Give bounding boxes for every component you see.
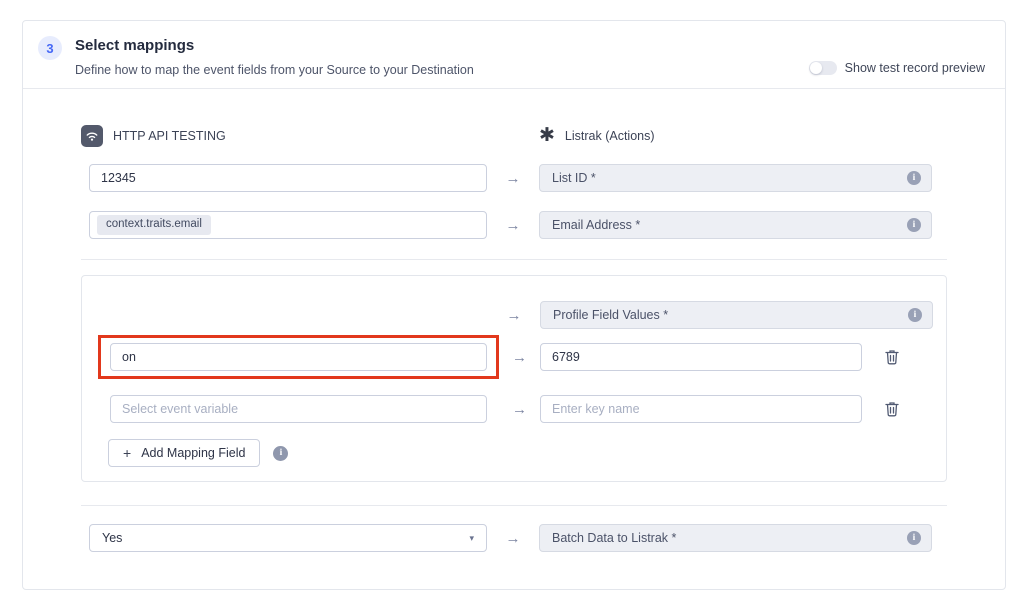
mapping-row-batch: Yes ▾ → Batch Data to Listrak * i [81,524,947,552]
add-mapping-field-button[interactable]: + Add Mapping Field [108,439,260,467]
key-value-pair-row: → [82,335,946,379]
key-name-input[interactable] [540,343,862,371]
batch-destination-field: Batch Data to Listrak * i [539,524,932,552]
destination-field-label: Email Address * [552,218,640,232]
toggle-switch-icon[interactable] [809,61,837,75]
key-name-cell [540,395,862,423]
arrow-right-icon: → [499,349,540,366]
add-mapping-field-row: + Add Mapping Field i [108,439,946,467]
page-subtitle: Define how to map the event fields from … [75,63,809,77]
arrow-right-icon: → [488,307,540,324]
list-id-source-cell [89,164,487,192]
batch-select[interactable]: Yes ▾ [89,524,487,552]
batch-source-cell: Yes ▾ [89,524,487,552]
pair-input-wrap [98,387,499,431]
variable-tag[interactable]: context.traits.email [97,215,211,235]
mappings-content: HTTP API TESTING ✱ Listrak (Actions) → L… [81,89,947,552]
source-name: HTTP API TESTING [113,129,226,143]
toggle-label: Show test record preview [845,61,985,75]
mapping-row-email: context.traits.email → Email Address * i [81,211,947,239]
arrow-right-icon: → [499,401,540,418]
source-wifi-icon [81,125,103,147]
step-number-badge: 3 [38,36,62,60]
mapping-row-list-id: → List ID * i [81,164,947,192]
list-id-input[interactable] [89,164,487,192]
profile-destination-field: Profile Field Values * i [540,301,933,329]
column-headers: HTTP API TESTING ✱ Listrak (Actions) [81,125,947,147]
batch-destination-cell: Batch Data to Listrak * i [539,524,932,552]
section-divider [81,505,947,506]
arrow-right-icon: → [487,217,539,234]
arrow-right-icon: → [487,170,539,187]
arrow-right-icon: → [487,530,539,547]
add-mapping-field-label: Add Mapping Field [141,446,245,460]
caret-down-icon: ▾ [469,533,474,544]
list-id-destination-field: List ID * i [539,164,932,192]
plus-icon: + [123,445,131,461]
highlight-annotation [98,335,499,379]
page-title: Select mappings [75,37,809,54]
listrak-asterisk-icon: ✱ [539,126,555,145]
profile-destination-cell: Profile Field Values * i [540,301,933,329]
profile-field-values-group: → Profile Field Values * i → [81,275,947,482]
event-variable-input[interactable] [110,343,487,371]
email-source-cell: context.traits.email [89,211,487,239]
mapping-row-profile-field-values: → Profile Field Values * i [82,301,946,329]
info-icon[interactable]: i [907,171,921,185]
select-mappings-card: 3 Select mappings Define how to map the … [22,20,1006,590]
destination-field-label: List ID * [552,171,596,185]
destination-name: Listrak (Actions) [565,129,655,143]
key-name-input[interactable] [540,395,862,423]
destination-column-header: ✱ Listrak (Actions) [539,128,655,145]
email-destination-field: Email Address * i [539,211,932,239]
email-variable-input[interactable]: context.traits.email [89,211,487,239]
show-test-record-toggle[interactable]: Show test record preview [809,61,985,75]
delete-row-button[interactable] [882,399,902,419]
info-icon[interactable]: i [908,308,922,322]
destination-field-label: Profile Field Values * [553,308,668,322]
delete-row-button[interactable] [882,347,902,367]
info-icon[interactable]: i [907,531,921,545]
card-header: 3 Select mappings Define how to map the … [23,21,1005,89]
trash-icon [885,401,899,417]
list-id-destination-cell: List ID * i [539,164,932,192]
key-name-cell [540,343,862,371]
info-icon[interactable]: i [907,218,921,232]
select-value: Yes [102,531,122,545]
email-destination-cell: Email Address * i [539,211,932,239]
source-column-header: HTTP API TESTING [81,125,539,147]
destination-field-label: Batch Data to Listrak * [552,531,676,545]
section-divider [81,259,947,260]
trash-icon [885,349,899,365]
header-text-block: Select mappings Define how to map the ev… [75,34,809,77]
key-value-pair-row: → [82,387,946,431]
toggle-knob [810,62,822,74]
info-icon[interactable]: i [273,446,288,461]
event-variable-input[interactable] [110,395,487,423]
